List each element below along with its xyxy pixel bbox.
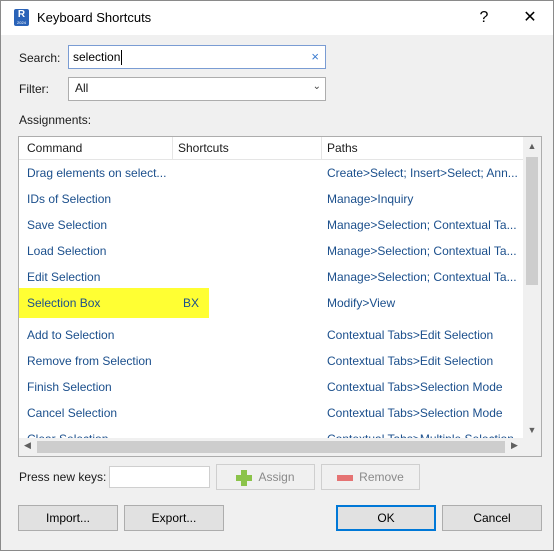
command-cell: Cancel Selection	[27, 406, 118, 420]
vertical-scrollbar[interactable]: ▲ ▼	[523, 137, 541, 439]
export-button[interactable]: Export...	[124, 505, 224, 531]
column-header-shortcuts[interactable]: Shortcuts	[178, 141, 229, 155]
scroll-down-icon[interactable]: ▼	[523, 425, 541, 435]
column-separator[interactable]	[172, 137, 173, 159]
search-label: Search:	[19, 51, 61, 65]
app-icon-letter: R	[17, 9, 26, 20]
ok-button[interactable]: OK	[336, 505, 436, 531]
help-button[interactable]: ?	[461, 1, 507, 35]
assignments-list[interactable]: Command Shortcuts Paths Drag elements on…	[18, 136, 542, 457]
command-cell: Drag elements on select...	[27, 166, 167, 180]
remove-button[interactable]: Remove	[321, 464, 420, 490]
command-cell: Edit Selection	[27, 270, 101, 284]
command-cell: Add to Selection	[27, 328, 115, 342]
command-cell: Save Selection	[27, 218, 108, 232]
scroll-left-icon[interactable]: ◀	[24, 440, 31, 451]
horizontal-scroll-thumb[interactable]	[37, 441, 505, 453]
search-value: selection	[73, 50, 121, 64]
table-row[interactable]: Edit Selection Manage>Selection; Context…	[19, 264, 523, 290]
table-row[interactable]: Finish Selection Contextual Tabs>Selecti…	[19, 374, 523, 400]
command-cell: Selection Box	[27, 296, 101, 310]
table-row[interactable]: Save Selection Manage>Selection; Context…	[19, 212, 523, 238]
clear-search-icon[interactable]: ×	[311, 49, 319, 64]
filter-label: Filter:	[19, 82, 49, 96]
path-cell: Contextual Tabs>Selection Mode	[327, 406, 503, 420]
table-row[interactable]: Drag elements on select... Create>Select…	[19, 160, 523, 186]
table-row[interactable]: Cancel Selection Contextual Tabs>Selecti…	[19, 400, 523, 426]
search-input[interactable]: selection ×	[68, 45, 326, 69]
table-row[interactable]: Add to Selection Contextual Tabs>Edit Se…	[19, 322, 523, 348]
remove-button-label: Remove	[359, 470, 404, 484]
list-rows: Drag elements on select... Create>Select…	[19, 160, 523, 440]
table-row[interactable]: Load Selection Manage>Selection; Context…	[19, 238, 523, 264]
path-cell: Modify>View	[327, 296, 396, 310]
vertical-scroll-thumb[interactable]	[526, 157, 538, 285]
path-cell: Contextual Tabs>Edit Selection	[327, 328, 494, 342]
app-icon-version: 2024	[17, 20, 26, 25]
command-cell: Remove from Selection	[27, 354, 152, 368]
command-cell: IDs of Selection	[27, 192, 112, 206]
plus-icon	[236, 469, 253, 486]
assign-button[interactable]: Assign	[216, 464, 315, 490]
path-cell: Manage>Selection; Contextual Ta...	[327, 244, 517, 258]
path-cell: Manage>Inquiry	[327, 192, 414, 206]
shortcut-cell: BX	[183, 296, 200, 310]
revit-app-icon: R 2024	[14, 9, 29, 26]
command-cell: Finish Selection	[27, 380, 112, 394]
new-keys-input[interactable]	[109, 466, 210, 488]
table-row-selection-box[interactable]: Selection Box BX Modify>View	[19, 288, 523, 318]
column-header-command[interactable]: Command	[27, 141, 82, 155]
title-bar: R 2024 Keyboard Shortcuts ? ✕	[1, 1, 553, 35]
scroll-right-icon[interactable]: ▶	[511, 440, 518, 451]
list-header: Command Shortcuts Paths	[19, 137, 523, 160]
press-new-keys-label: Press new keys:	[19, 470, 107, 484]
table-row[interactable]: IDs of Selection Manage>Inquiry	[19, 186, 523, 212]
import-button[interactable]: Import...	[18, 505, 118, 531]
command-cell: Load Selection	[27, 244, 107, 258]
cancel-button[interactable]: Cancel	[442, 505, 542, 531]
column-header-paths[interactable]: Paths	[327, 141, 358, 155]
assign-button-label: Assign	[258, 470, 295, 484]
filter-value: All	[75, 81, 89, 95]
path-cell: Manage>Selection; Contextual Ta...	[327, 218, 517, 232]
scroll-up-icon[interactable]: ▲	[523, 141, 541, 151]
chevron-down-icon: ⌄	[312, 81, 321, 92]
path-cell: Create>Select; Insert>Select; Ann...	[327, 166, 518, 180]
horizontal-scrollbar[interactable]: ◀ ▶	[19, 438, 541, 456]
table-row[interactable]: Remove from Selection Contextual Tabs>Ed…	[19, 348, 523, 374]
window-title: Keyboard Shortcuts	[37, 10, 152, 25]
keyboard-shortcuts-dialog: R 2024 Keyboard Shortcuts ? ✕ Search: se…	[0, 0, 554, 551]
close-button[interactable]: ✕	[507, 1, 553, 35]
path-cell: Contextual Tabs>Edit Selection	[327, 354, 494, 368]
column-separator[interactable]	[321, 137, 322, 159]
minus-icon	[337, 474, 354, 481]
path-cell: Manage>Selection; Contextual Ta...	[327, 270, 517, 284]
text-caret	[121, 50, 122, 65]
assignments-label: Assignments:	[19, 113, 92, 127]
table-row: Selection Box BX Modify>View	[19, 290, 523, 316]
path-cell: Contextual Tabs>Selection Mode	[327, 380, 503, 394]
filter-select[interactable]: All ⌄	[68, 77, 326, 101]
